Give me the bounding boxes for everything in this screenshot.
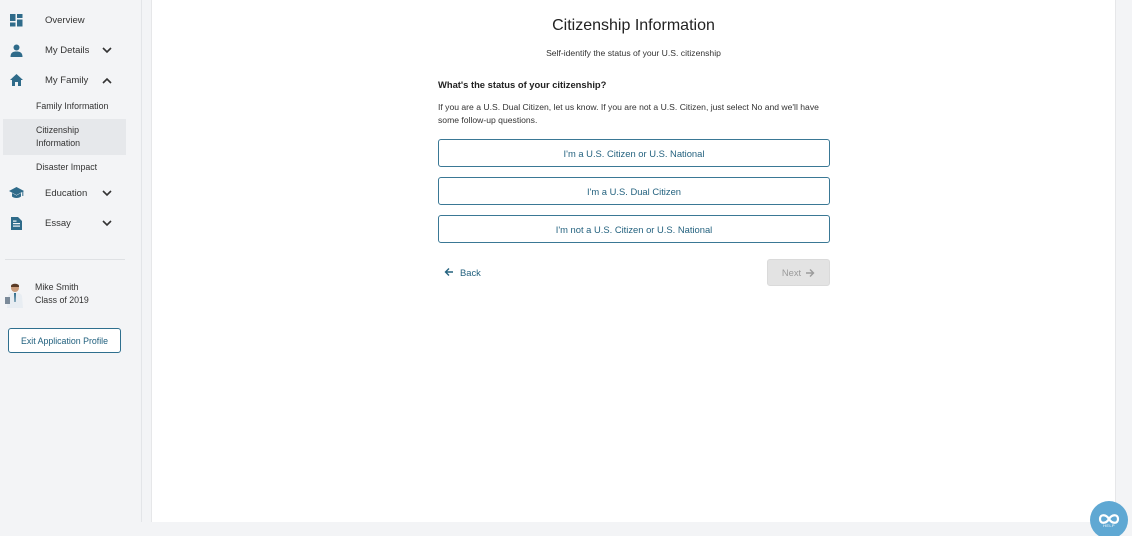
back-button[interactable]: Back	[444, 265, 481, 279]
arrow-left-icon	[444, 268, 453, 276]
sidebar-divider	[5, 259, 125, 260]
sidebar-subitem-disaster-impact[interactable]: Disaster Impact	[3, 161, 126, 174]
main-panel: Citizenship Information Self-identify th…	[151, 0, 1116, 522]
back-label: Back	[460, 266, 481, 278]
profile-class: Class of 2019	[35, 295, 89, 305]
page-subtitle: Self-identify the status of your U.S. ci…	[546, 48, 721, 58]
sidebar-item-overview[interactable]: Overview	[0, 7, 126, 33]
sidebar-item-my-family[interactable]: My Family	[0, 67, 126, 93]
app-root: Overview My Details My Family Family Inf…	[0, 0, 1132, 536]
sidebar-subitem-label: Citizenship Information	[36, 125, 81, 148]
sidebar-item-label: My Details	[45, 44, 90, 56]
sidebar: Overview My Details My Family Family Inf…	[0, 0, 142, 522]
sidebar-item-label: Overview	[45, 14, 85, 26]
document-icon	[9, 216, 24, 231]
home-icon	[9, 73, 24, 88]
bottom-bar	[151, 522, 1114, 536]
option-dual-citizen-button[interactable]: I'm a U.S. Dual Citizen	[438, 177, 830, 205]
sidebar-subitem-citizenship-information[interactable]: Citizenship Information	[3, 119, 126, 155]
profile-name: Mike Smith	[35, 282, 79, 292]
sidebar-item-education[interactable]: Education	[0, 180, 126, 206]
page-title: Citizenship Information	[552, 17, 715, 34]
profile-card: Mike Smith Class of 2019	[5, 282, 130, 312]
graduation-cap-icon	[9, 186, 24, 201]
sidebar-item-label: Education	[45, 187, 88, 199]
exit-application-profile-button[interactable]: Exit Application Profile	[8, 328, 121, 353]
sidebar-subitem-label: Family Information	[36, 101, 109, 111]
next-label: Next	[781, 267, 802, 278]
person-icon	[9, 43, 24, 58]
sidebar-item-label: My Family	[45, 74, 89, 86]
chevron-down-icon[interactable]	[101, 217, 113, 229]
option-us-citizen-button[interactable]: I'm a U.S. Citizen or U.S. National	[438, 139, 830, 167]
next-button[interactable]: Next	[767, 259, 830, 286]
sidebar-item-my-details[interactable]: My Details	[0, 37, 126, 63]
option-not-us-citizen-button[interactable]: I'm not a U.S. Citizen or U.S. National	[438, 215, 830, 243]
avatar	[5, 282, 25, 308]
chevron-down-icon[interactable]	[101, 44, 113, 56]
arrow-right-icon	[806, 268, 815, 277]
sidebar-subitem-label: Disaster Impact	[36, 162, 98, 172]
chevron-up-icon[interactable]	[101, 74, 113, 86]
help-widget-button[interactable]: HELP	[1090, 501, 1128, 536]
dashboard-icon	[9, 13, 24, 28]
citizenship-question: What's the status of your citizenship?	[438, 79, 607, 90]
sidebar-item-label: Essay	[45, 217, 71, 229]
help-widget-label: HELP	[1103, 522, 1115, 528]
citizenship-help-text: If you are a U.S. Dual Citizen, let us k…	[438, 102, 819, 125]
sidebar-subitem-family-information[interactable]: Family Information	[3, 100, 126, 113]
chevron-down-icon[interactable]	[101, 187, 113, 199]
sidebar-item-essay[interactable]: Essay	[0, 210, 126, 236]
